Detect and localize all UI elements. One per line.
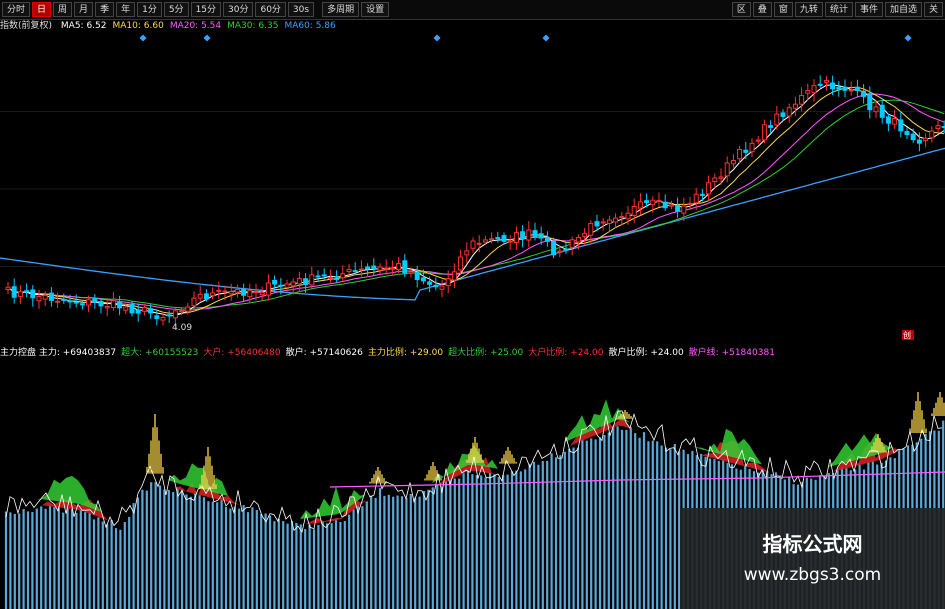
ma-legend-item: MA20: 5.54 [169,21,222,31]
period-button[interactable]: 1分 [137,2,162,17]
indicator-legend-item: 散户线: +51840381 [688,348,775,358]
price-ma-legend: 指数(前复权) MA5: 6.52 MA10: 6.60 MA20: 5.54 MA3… [0,20,348,32]
indicator-legend: 主力控盘 主力: +69403837 超大: +60155523 大户: +5640… [0,347,780,359]
period-button[interactable]: 周 [53,2,73,17]
watermark-title: 指标公式网 [762,532,863,556]
toolbar-extra-button[interactable]: 设置 [361,2,390,17]
toolbar-right-button[interactable]: 事件 [854,2,883,17]
period-button[interactable]: 5分 [163,2,189,17]
toolbar-right-button[interactable]: 加自选 [884,2,922,17]
period-button[interactable]: 15分 [190,2,222,17]
stock-chart-window: 分时日周月季年 1分 5分 15分 30分 60分 30s 多周期 设置 区叠窗九转 统计 事件加… [0,0,945,609]
toolbar-extra-button[interactable]: 多周期 [322,2,360,17]
indicator-legend-item: 散户比例: +24.00 [608,348,684,358]
indicator-legend-item: 主力比例: +29.00 [367,348,444,358]
price-candlestick-chart[interactable]: 4.09 创 [0,34,945,344]
period-button[interactable]: 30分 [223,2,254,17]
indicator-legend-item: 大户比例: +24.00 [528,348,604,358]
extra-buttons: 多周期 设置 [320,2,390,17]
period-button[interactable]: 分时 [2,2,31,17]
watermark-overlay: 指标公式网 www.zbgs3.com [680,508,945,609]
toolbar-right-button[interactable]: 关 [923,2,943,17]
indicator-legend-item: 大户: +56406480 [203,348,281,358]
right-tool-buttons: 区叠窗九转 统计 事件 加自选关 [730,2,943,17]
indicator-legend-item: 超大: +60155523 [121,348,199,358]
toolbar-right-button[interactable]: 区 [731,2,751,17]
toolbar-right-button[interactable]: 叠 [752,2,772,17]
indicator-legend-item: 散户: +57140626 [285,348,363,358]
period-button[interactable]: 30s [287,2,315,17]
price-legend-name: 指数(前复权) [0,21,53,31]
toolbar-right-button[interactable]: 窗 [773,2,793,17]
period-button[interactable]: 月 [74,2,94,17]
period-button[interactable]: 60分 [255,2,286,17]
period-button[interactable]: 日 [32,2,52,17]
period-button[interactable]: 年 [116,2,136,17]
toolbar-right-button[interactable]: 统计 [824,2,853,17]
low-price-label: 4.09 [172,323,192,333]
event-marker-label: 创 [903,330,911,340]
toolbar-right-button[interactable]: 九转 [794,2,823,17]
period-toolbar: 分时日周月季年 1分 5分 15分 30分 60分 30s 多周期 设置 区叠窗九转 统计 事件加… [0,0,945,20]
ma-legend-item: MA10: 6.60 [112,21,164,31]
period-button[interactable]: 季 [95,2,115,17]
watermark-url: www.zbgs3.com [743,565,882,585]
indicator-legend-item: 主力控盘 主力: +69403837 [0,348,117,358]
ma-legend-item: MA30: 6.35 [227,21,279,31]
ma-legend-item: MA60: 5.86 [284,21,336,31]
ma-legend-item: MA5: 6.52 [60,21,107,31]
indicator-legend-item: 超大比例: +25.00 [448,348,524,358]
period-buttons: 分时日周月季年 1分 5分 15分 30分 60分 30s [0,2,315,17]
